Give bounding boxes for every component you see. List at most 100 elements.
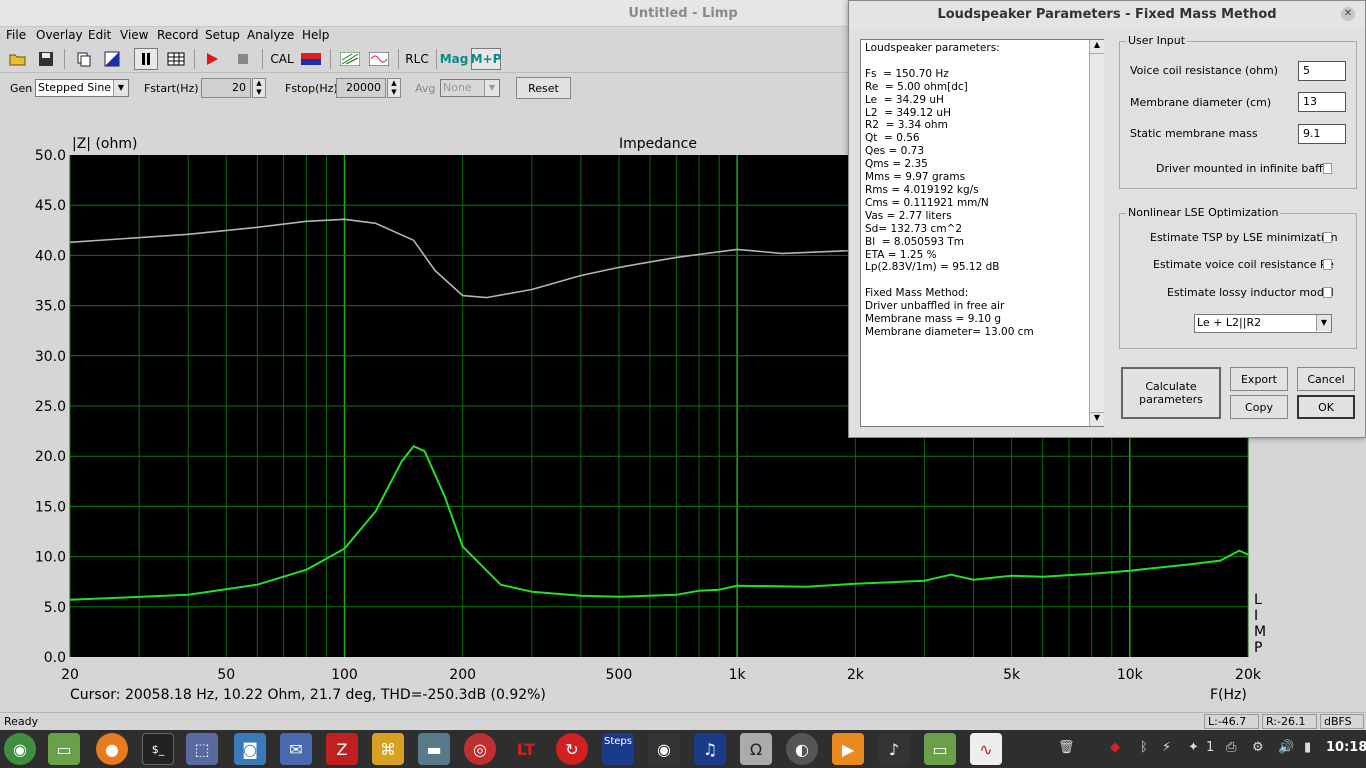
battery-icon[interactable]: ▮	[1304, 740, 1311, 755]
fstop-stepper[interactable]: ▲ ▼	[387, 78, 401, 98]
filter-icon[interactable]	[338, 48, 362, 70]
limp-icon[interactable]: Ω	[740, 733, 772, 765]
firefox-icon[interactable]: ●	[96, 733, 128, 765]
clock: 10:18	[1326, 740, 1366, 755]
chevron-down-icon: ▼	[1316, 315, 1331, 331]
reset-button[interactable]: Reset	[516, 77, 571, 99]
lossy-checkbox[interactable]	[1323, 287, 1332, 298]
open-folder-icon[interactable]	[6, 48, 30, 70]
save-icon[interactable]	[34, 48, 58, 70]
close-icon[interactable]: ✕	[1341, 7, 1355, 21]
nonlinear-title: Nonlinear LSE Optimization	[1126, 206, 1281, 219]
mag-button[interactable]: Mag	[440, 48, 469, 70]
vcr-checkbox[interactable]	[1323, 259, 1332, 270]
trash-icon[interactable]: 🗑	[1058, 740, 1075, 755]
results-scrollbar[interactable]: ▲ ▼	[1089, 40, 1104, 426]
y-tick-label: 5.0	[44, 600, 66, 616]
fstart-stepper[interactable]: ▲ ▼	[252, 78, 266, 98]
generator-select[interactable]: Stepped Sine ▼	[35, 79, 129, 97]
chevron-down-icon: ▼	[484, 80, 499, 96]
webcam-icon[interactable]: ◉	[648, 733, 680, 765]
menu-record[interactable]: Record	[157, 28, 198, 42]
menu-setup[interactable]: Setup	[205, 28, 240, 42]
stop-icon[interactable]	[231, 48, 255, 70]
waveform-icon[interactable]	[367, 48, 391, 70]
cancel-button[interactable]: Cancel	[1297, 367, 1355, 391]
arta-icon[interactable]: ∿	[970, 733, 1002, 765]
inductor-model-select[interactable]: Le + L2||R2 ▼	[1194, 314, 1332, 333]
menu-file[interactable]: File	[6, 28, 26, 42]
scroll-down-icon[interactable]: ▼	[1090, 412, 1104, 426]
dialog-title: Loudspeaker Parameters - Fixed Mass Meth…	[849, 1, 1365, 29]
speaker-icon[interactable]: ◐	[786, 733, 818, 765]
terminal-icon[interactable]: $_	[142, 733, 174, 765]
workspace-number: 1	[1206, 740, 1215, 755]
menu-overlay[interactable]: Overlay	[36, 28, 83, 42]
music-icon[interactable]: ♪	[878, 733, 910, 765]
ltspice-icon[interactable]: LT	[510, 733, 542, 765]
filezilla-icon[interactable]: Z	[326, 733, 358, 765]
updates-icon[interactable]: ⚙	[1252, 740, 1264, 755]
fstop-input[interactable]: 20000	[336, 78, 386, 98]
menu-analyze[interactable]: Analyze	[247, 28, 294, 42]
menu-view[interactable]: View	[120, 28, 148, 42]
screenshot-icon[interactable]: ⬚	[186, 733, 218, 765]
avg-select[interactable]: None ▼	[440, 79, 500, 97]
loudspeaker-parameters-dialog: Loudspeaker Parameters - Fixed Mass Meth…	[848, 0, 1366, 438]
ok-button[interactable]: OK	[1297, 395, 1355, 419]
wifi-icon[interactable]: ⚡	[1162, 740, 1171, 755]
y-axis-label: |Z| (ohm)	[72, 136, 137, 152]
y-tick-label: 15.0	[35, 499, 66, 515]
copy-button[interactable]: Copy	[1230, 395, 1288, 419]
cursor-icon[interactable]	[100, 48, 124, 70]
x-tick-label: 100	[331, 667, 358, 683]
y-tick-label: 25.0	[35, 399, 66, 415]
voice-coil-input[interactable]: 5	[1298, 61, 1346, 81]
media-player-icon[interactable]: ▶	[832, 733, 864, 765]
folder-icon[interactable]: ▭	[924, 733, 956, 765]
user-input-group: User Input Voice coil resistance (ohm) 5…	[1119, 34, 1357, 189]
scroll-up-icon[interactable]: ▲	[1090, 40, 1104, 54]
menu-help[interactable]: Help	[302, 28, 329, 42]
avg-value: None	[443, 81, 472, 94]
printer-icon[interactable]: ⎙	[1226, 740, 1236, 755]
rlc-button[interactable]: RLC	[403, 48, 431, 70]
files-icon[interactable]: ▭	[48, 733, 80, 765]
table-icon[interactable]	[164, 48, 188, 70]
menu-icon[interactable]: ◉	[4, 733, 36, 765]
pause-icon[interactable]	[134, 48, 158, 70]
x-tick-label: 200	[449, 667, 476, 683]
chrome-icon[interactable]: ◎	[464, 733, 496, 765]
x-tick-label: 20	[61, 667, 79, 683]
audio-tool-icon[interactable]: ♫	[694, 733, 726, 765]
fstart-input[interactable]: 20	[201, 78, 251, 98]
plot-title: Impedance	[619, 136, 697, 152]
static-mass-input[interactable]: 9.1	[1298, 124, 1346, 144]
workspace-icon[interactable]: ✦	[1188, 740, 1199, 755]
export-button[interactable]: Export	[1230, 367, 1288, 391]
record-play-icon[interactable]	[200, 48, 224, 70]
cal-button[interactable]: CAL	[268, 48, 296, 70]
generator-value: Stepped Sine	[38, 81, 112, 94]
disk-icon[interactable]: ▬	[418, 733, 450, 765]
calculate-button[interactable]: Calculate parameters	[1121, 367, 1221, 419]
refresh-icon[interactable]: ↻	[556, 733, 588, 765]
copy-icon[interactable]	[72, 48, 96, 70]
mag-phase-button[interactable]: M+P	[471, 48, 501, 70]
baffle-checkbox[interactable]	[1323, 163, 1332, 174]
camera-icon[interactable]: ◙	[234, 733, 266, 765]
y-tick-label: 20.0	[35, 449, 66, 465]
bluetooth-icon[interactable]: ᛒ	[1140, 740, 1148, 755]
tsp-checkbox[interactable]	[1323, 232, 1332, 243]
y-tick-label: 10.0	[35, 550, 66, 566]
steps-icon[interactable]: Steps	[602, 733, 634, 765]
membrane-diameter-input[interactable]: 13	[1298, 92, 1346, 112]
mail-icon[interactable]: ✉	[280, 733, 312, 765]
network-icon[interactable]: ◆	[1110, 740, 1120, 755]
menu-edit[interactable]: Edit	[88, 28, 111, 42]
volume-icon[interactable]: 🔊	[1278, 740, 1294, 755]
calibration-icon[interactable]	[299, 48, 323, 70]
status-bar: Ready L:-46.7 R:-26.1 dBFS	[0, 712, 1366, 730]
voice-coil-label: Voice coil resistance (ohm)	[1130, 64, 1279, 77]
schematic-icon[interactable]: ⌘	[372, 733, 404, 765]
